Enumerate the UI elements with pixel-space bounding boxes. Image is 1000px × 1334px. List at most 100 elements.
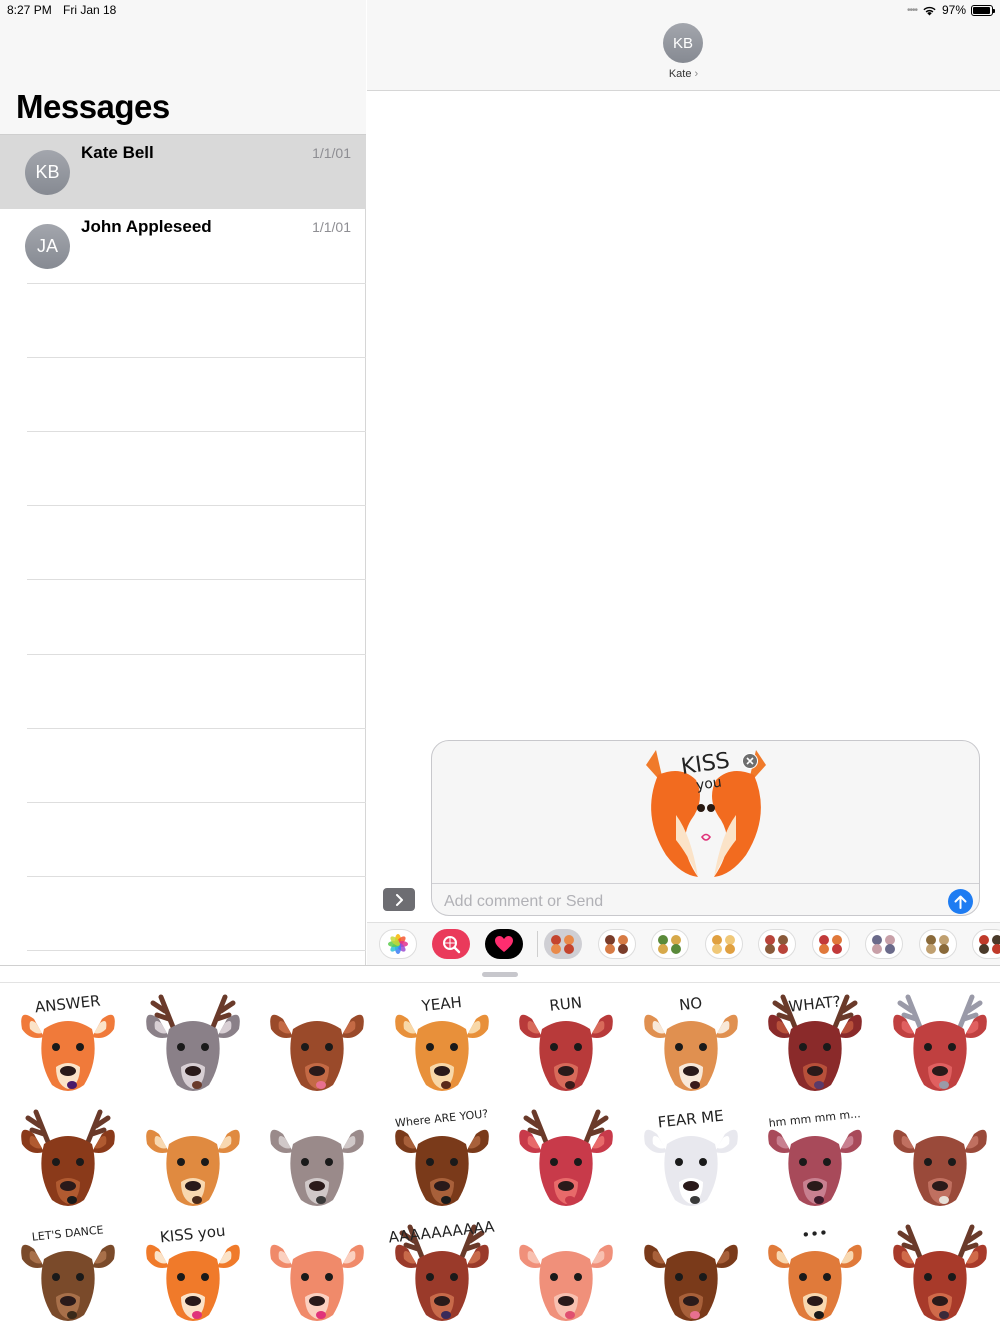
send-button[interactable]	[948, 889, 973, 914]
deer-fear-me-sticker[interactable]: FEAR ME	[631, 1104, 751, 1216]
sticker-pack-thumbnail-icon	[551, 935, 574, 954]
app-strip-separator	[537, 931, 538, 957]
sticker-caption: AAAAAAAAAA	[387, 1219, 495, 1247]
messages-app: { "status_bar": { "time": "8:27 PM", "da…	[0, 0, 1000, 1334]
deer-grey-antlers-sticker[interactable]	[880, 989, 1000, 1101]
sticker-pack-thumbnail-icon	[658, 935, 681, 954]
avatar: JA	[25, 224, 70, 269]
sticker-image: WHAT?	[768, 992, 862, 1091]
deer-brown-tongue-sticker[interactable]	[631, 1219, 751, 1331]
sticker-image	[270, 1014, 364, 1091]
sticker-pack-icon[interactable]	[918, 929, 957, 959]
message-input[interactable]: Add comment or Send	[444, 893, 603, 911]
deer-hmm-sticker[interactable]: hm mm mm m...	[755, 1104, 875, 1216]
sticker-image: KISS you	[145, 1222, 240, 1321]
deer-yeah-sticker[interactable]: YEAH	[382, 989, 502, 1101]
row-separator	[27, 579, 366, 580]
sticker-pack-icon[interactable]	[704, 929, 743, 959]
sticker-image	[270, 1129, 364, 1206]
sticker-image	[892, 1129, 987, 1206]
sticker-image	[892, 994, 987, 1091]
deer-scream-sticker[interactable]: AAAAAAAAAA	[382, 1219, 502, 1331]
arrow-up-icon	[954, 895, 967, 909]
image-search-app-icon[interactable]	[432, 929, 470, 959]
sticker-image	[21, 1109, 115, 1206]
drawer-grabber[interactable]	[482, 972, 518, 977]
remove-sticker-button[interactable]	[742, 753, 758, 769]
contact-name-button[interactable]: Kate ›	[367, 68, 1000, 80]
conversation-row-john-appleseed[interactable]: JA John Appleseed 1/1/01	[0, 209, 366, 283]
sticker-pack-icon[interactable]	[597, 929, 636, 959]
sticker-pack-icon[interactable]	[972, 929, 1000, 959]
contact-name: John Appleseed	[81, 217, 212, 236]
expand-apps-button[interactable]	[383, 888, 415, 911]
deer-what-sticker[interactable]: WHAT?	[755, 989, 875, 1101]
sticker-image: AAAAAAAAAA	[387, 1219, 496, 1321]
sticker-image: hm mm mm m...	[768, 1107, 862, 1206]
sticker-caption: hm mm mm m...	[768, 1107, 861, 1130]
avatar: KB	[25, 150, 70, 195]
deer-tongue-out-sticker[interactable]	[257, 989, 377, 1101]
row-separator	[27, 431, 366, 432]
message-date: 1/1/01	[312, 145, 351, 161]
deer-ellipsis-sticker[interactable]: •••	[755, 1219, 875, 1331]
deer-dark-face-sticker[interactable]	[8, 1104, 128, 1216]
compose-divider	[432, 883, 979, 884]
sticker-pack-thumbnail-icon	[818, 935, 842, 954]
contact-name: Kate	[668, 68, 692, 80]
sticker-pack-icon[interactable]	[758, 929, 796, 959]
photos-app-icon[interactable]	[379, 929, 417, 959]
sticker-pack-icon[interactable]	[811, 929, 850, 959]
row-separator	[27, 950, 366, 951]
battery-icon	[971, 4, 995, 16]
row-separator	[27, 728, 366, 729]
heart-icon	[495, 936, 513, 952]
sticker-pack-icon[interactable]	[544, 929, 582, 959]
sticker-caption: WHAT?	[788, 992, 842, 1015]
drawer-divider	[0, 982, 1000, 983]
deer-run-sticker[interactable]: RUN	[506, 989, 626, 1101]
sticker-pack-icon[interactable]	[865, 929, 903, 959]
cellular-signal-icon: ••••	[906, 4, 918, 16]
sticker-drawer: ANSWER YEAH RUN NO WHAT? Where ARE YOU? FEAR M…	[0, 965, 1000, 1334]
deer-no-no-sticker[interactable]: NO	[631, 989, 751, 1101]
conversation-row-kate-bell[interactable]: KB Kate Bell 1/1/01	[0, 135, 366, 209]
deer-where-are-you-sticker[interactable]: Where ARE YOU?	[382, 1104, 502, 1216]
sticker-image: Where ARE YOU?	[394, 1107, 488, 1206]
deer-stag-tongue-sticker[interactable]	[880, 1219, 1000, 1331]
digital-touch-app-icon[interactable]	[485, 929, 523, 959]
deer-antlers-grin-sticker[interactable]	[133, 989, 253, 1101]
deer-red-stag-sticker[interactable]	[506, 1104, 626, 1216]
sticker-image	[519, 1244, 613, 1321]
deer-grey-smile-sticker[interactable]	[257, 1104, 377, 1216]
contact-avatar[interactable]: KB	[663, 23, 703, 63]
sticker-pack-thumbnail-icon	[872, 935, 895, 954]
photos-icon	[388, 934, 408, 954]
sticker-caption: YEAH	[419, 993, 462, 1015]
deer-kiss-you-sticker[interactable]: KISS you	[133, 1219, 253, 1331]
sticker-image: •••	[768, 1224, 862, 1321]
sticker-pack-thumbnail-icon	[979, 935, 1000, 954]
sticker-image: FEAR ME	[643, 1107, 738, 1206]
sticker-caption: FEAR ME	[656, 1107, 724, 1132]
deer-lets-dance-sticker[interactable]: LET'S DANCE	[8, 1219, 128, 1331]
deer-spotted-fawn-sticker[interactable]	[133, 1104, 253, 1216]
sticker-image: YEAH	[394, 993, 489, 1091]
deer-grumpy-sticker[interactable]	[880, 1104, 1000, 1216]
deer-answer-phone-sticker[interactable]: ANSWER	[8, 989, 128, 1101]
compose-box[interactable]: KISS you Add comment or Send	[431, 740, 980, 916]
page-title: Messages	[16, 88, 170, 125]
sticker-pack-icon[interactable]	[651, 929, 689, 959]
row-separator	[27, 283, 366, 284]
sticker-pack-thumbnail-icon	[711, 935, 735, 954]
row-separator	[27, 654, 366, 655]
contact-name: Kate Bell	[81, 143, 154, 162]
sticker-image	[519, 1109, 613, 1206]
row-separator	[27, 357, 366, 358]
sticker-image: RUN	[519, 993, 613, 1091]
sticker-image: LET'S DANCE	[21, 1223, 115, 1321]
battery-level	[973, 6, 991, 14]
deer-upside-down-sticker[interactable]	[506, 1219, 626, 1331]
deer-fawn-tongue-sticker[interactable]	[257, 1219, 377, 1331]
sticker-caption: KISS you	[159, 1222, 226, 1247]
